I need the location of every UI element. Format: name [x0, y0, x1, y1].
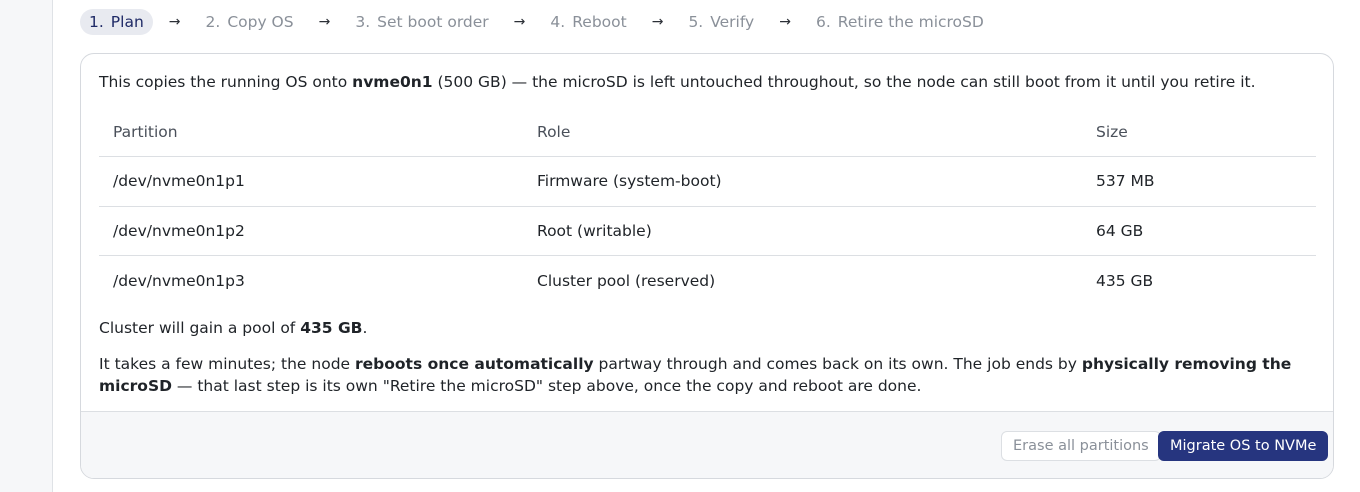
- step-number: 2.: [205, 13, 221, 31]
- step-set-boot-order[interactable]: 3. Set boot order: [346, 9, 497, 35]
- table-row: /dev/nvme0n1p1 Firmware (system-boot) 53…: [99, 156, 1316, 207]
- cell-size: 537 MB: [1096, 172, 1155, 191]
- intro-text: This copies the running OS onto nvme0n1 …: [99, 73, 1256, 91]
- arrow-right-icon: →: [168, 14, 181, 30]
- arrow-right-icon: →: [513, 14, 526, 30]
- pool-gain-end: .: [362, 319, 368, 337]
- step-number: 4.: [550, 13, 566, 31]
- cell-partition: /dev/nvme0n1p2: [113, 221, 245, 240]
- cell-role: Root (writable): [537, 221, 652, 240]
- pool-gain-amount: 435 GB: [300, 319, 363, 337]
- arrow-right-icon: →: [318, 14, 331, 30]
- arrow-right-icon: →: [779, 14, 791, 30]
- cell-role: Cluster pool (reserved): [537, 271, 716, 290]
- note-part-2: partway through and comes back on its ow…: [593, 355, 1082, 373]
- erase-partitions-button[interactable]: Erase all partitions: [1001, 431, 1161, 461]
- partition-table: Partition Role Size /dev/nvme0n1p1 Firmw…: [99, 107, 1316, 305]
- note-part-1: It takes a few minutes; the node: [99, 355, 355, 373]
- intro-text-end: (500 GB) — the microSD is left untouched…: [432, 73, 1256, 91]
- cell-size: 64 GB: [1096, 221, 1144, 240]
- step-number: 1.: [89, 13, 104, 31]
- step-reboot[interactable]: 4. Reboot: [541, 9, 635, 35]
- step-verify[interactable]: 5. Verify: [679, 9, 763, 35]
- step-label: Reboot: [572, 13, 627, 31]
- step-copy-os[interactable]: 2. Copy OS: [197, 9, 303, 35]
- step-label: Set boot order: [377, 13, 489, 31]
- table-row: /dev/nvme0n1p3 Cluster pool (reserved) 4…: [99, 255, 1316, 306]
- target-device: nvme0n1: [352, 73, 433, 91]
- header-size: Size: [1096, 122, 1128, 141]
- arrow-right-icon: →: [651, 14, 664, 30]
- plan-card: This copies the running OS onto nvme0n1 …: [80, 53, 1334, 479]
- left-sidebar: [0, 0, 53, 492]
- header-partition: Partition: [113, 122, 178, 141]
- header-role: Role: [537, 122, 571, 141]
- intro-text-start: This copies the running OS onto: [99, 73, 353, 91]
- wizard-stepper: 1. Plan → 2. Copy OS → 3. Set boot order…: [80, 9, 993, 35]
- cell-size: 435 GB: [1096, 271, 1154, 290]
- migrate-os-button[interactable]: Migrate OS to NVMe: [1158, 431, 1329, 461]
- note-part-3: — that last step is its own "Retire the …: [171, 377, 922, 395]
- cell-role: Firmware (system-boot): [537, 172, 722, 191]
- step-number: 5.: [688, 13, 704, 31]
- table-header-row: Partition Role Size: [99, 107, 1316, 157]
- process-note: It takes a few minutes; the node reboots…: [99, 353, 1319, 397]
- step-number: 3.: [355, 13, 371, 31]
- step-plan[interactable]: 1. Plan: [80, 9, 153, 35]
- step-label: Copy OS: [227, 13, 294, 31]
- step-number: 6.: [815, 13, 831, 31]
- table-row: /dev/nvme0n1p2 Root (writable) 64 GB: [99, 206, 1316, 256]
- cell-partition: /dev/nvme0n1p3: [113, 271, 245, 290]
- card-footer: Erase all partitions Migrate OS to NVMe: [81, 411, 1333, 478]
- step-label: Verify: [710, 13, 755, 31]
- pool-gain-start: Cluster will gain a pool of: [99, 319, 301, 337]
- note-bold-reboots: reboots once automatically: [355, 355, 594, 373]
- step-label: Retire the microSD: [837, 13, 984, 31]
- pool-gain-text: Cluster will gain a pool of 435 GB.: [99, 319, 367, 337]
- cell-partition: /dev/nvme0n1p1: [113, 172, 245, 191]
- step-retire-microsd[interactable]: 6. Retire the microSD: [807, 9, 993, 35]
- step-label: Plan: [110, 13, 144, 31]
